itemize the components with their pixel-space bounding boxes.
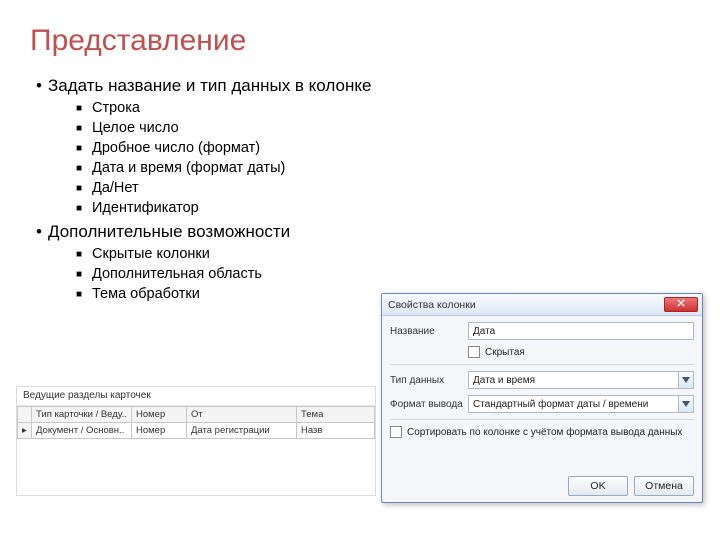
sub-bullet: ■: [76, 123, 92, 134]
close-button[interactable]: [664, 297, 698, 312]
sort-label: Сортировать по колонке с учётом формата …: [407, 427, 682, 438]
hidden-label: Скрытая: [485, 347, 525, 358]
table-cell[interactable]: Назв: [297, 423, 375, 439]
col-header[interactable]: Тема: [297, 407, 375, 423]
row-selector-header[interactable]: [18, 407, 32, 423]
divider: [390, 364, 694, 365]
dropdown-arrow-icon[interactable]: [678, 371, 694, 389]
type-label: Тип данных: [390, 375, 468, 386]
sub-bullet: ■: [76, 103, 92, 114]
format-select[interactable]: [468, 395, 694, 413]
sub-bullet: ■: [76, 269, 92, 280]
bullet-dot: •: [30, 222, 48, 242]
divider: [390, 419, 694, 420]
sub-bullet: ■: [76, 203, 92, 214]
col-header[interactable]: От: [187, 407, 297, 423]
sub-bullet: ■: [76, 183, 92, 194]
dialog-title: Свойства колонки: [388, 299, 664, 311]
col-header[interactable]: Номер: [132, 407, 187, 423]
table-cell[interactable]: Документ / Основн..: [32, 423, 132, 439]
sub-item: Строка: [92, 100, 140, 116]
close-icon: [677, 299, 685, 310]
column-properties-dialog: Свойства колонки Название Скрытая Тип да…: [381, 293, 703, 503]
sub-item: Дополнительная область: [92, 266, 262, 282]
table-cell[interactable]: Номер: [132, 423, 187, 439]
sub-item: Дробное число (формат): [92, 140, 260, 156]
sub-item: Дата и время (формат даты): [92, 160, 285, 176]
bullet-2-text: Дополнительные возможности: [48, 222, 290, 242]
sub-bullet: ■: [76, 143, 92, 154]
sub-item: Идентификатор: [92, 200, 199, 216]
name-input[interactable]: [468, 322, 694, 340]
sub-item: Да/Нет: [92, 180, 139, 196]
name-label: Название: [390, 326, 468, 337]
type-select[interactable]: [468, 371, 694, 389]
columns-panel-header: Ведущие разделы карточек: [17, 387, 375, 406]
row-selector[interactable]: ▸: [18, 423, 32, 439]
sub-bullet: ■: [76, 249, 92, 260]
sub-item: Скрытые колонки: [92, 246, 210, 262]
sub-item: Целое число: [92, 120, 179, 136]
slide-title: Представление: [30, 24, 690, 58]
columns-table: Тип карточки / Веду.. Номер От Тема ▸ До…: [17, 406, 375, 439]
table-cell[interactable]: Дата регистрации: [187, 423, 297, 439]
columns-panel: Ведущие разделы карточек Тип карточки / …: [16, 386, 376, 496]
col-header[interactable]: Тип карточки / Веду..: [32, 407, 132, 423]
ok-button[interactable]: OK: [568, 476, 628, 496]
format-label: Формат вывода: [390, 399, 468, 410]
hidden-checkbox[interactable]: [468, 346, 480, 358]
dropdown-arrow-icon[interactable]: [678, 395, 694, 413]
cancel-button[interactable]: Отмена: [634, 476, 694, 496]
sub-item: Тема обработки: [92, 286, 200, 302]
sub-bullet: ■: [76, 163, 92, 174]
bullet-dot: •: [30, 76, 48, 96]
sub-bullet: ■: [76, 289, 92, 300]
bullet-1-text: Задать название и тип данных в колонке: [48, 76, 371, 96]
sort-checkbox[interactable]: [390, 426, 402, 438]
